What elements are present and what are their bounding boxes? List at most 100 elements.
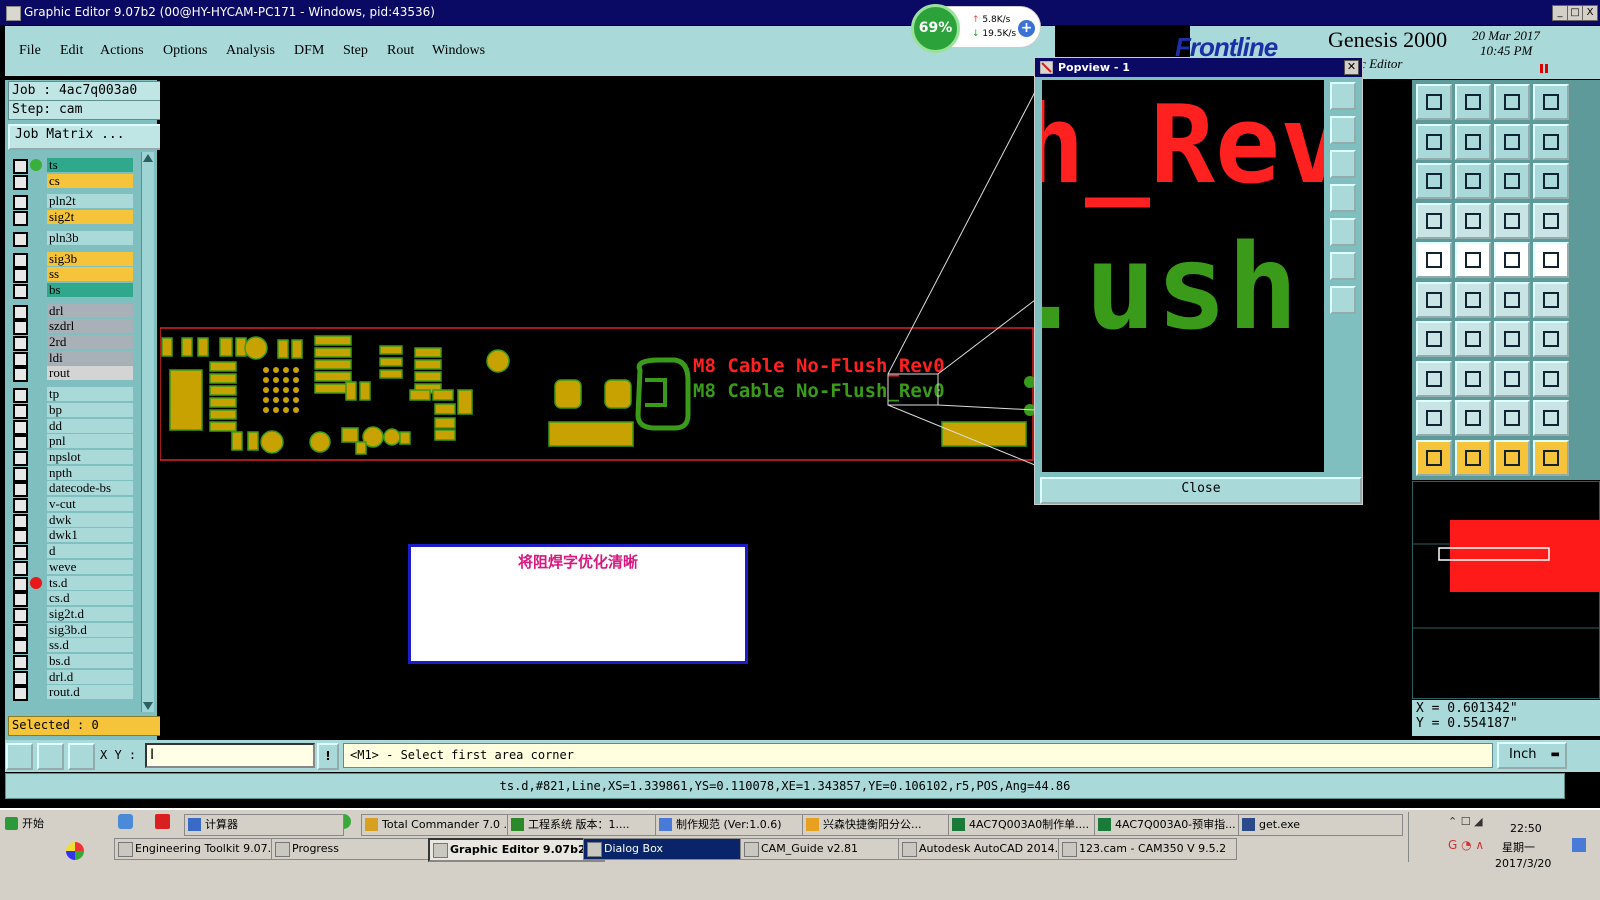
layer-row[interactable]: drl	[13, 303, 135, 320]
ruler-icon[interactable]	[1494, 242, 1530, 278]
taskbar-item[interactable]: 4AC7Q003A0制作单....	[948, 814, 1113, 836]
layer-row[interactable]: bs.d	[13, 654, 135, 670]
layer-checkbox[interactable]	[13, 466, 28, 482]
edge-icon[interactable]	[1416, 321, 1452, 357]
menu-options[interactable]: Options	[163, 43, 207, 59]
quicklaunch-icon[interactable]	[118, 814, 133, 829]
popview-zoom-out-icon[interactable]	[1330, 150, 1356, 178]
redo-icon[interactable]	[1455, 84, 1491, 120]
group-icon[interactable]	[1533, 360, 1569, 397]
menu-edit[interactable]: Edit	[60, 43, 83, 59]
taskbar-item[interactable]: 工程系统 版本：1....	[507, 814, 671, 836]
layer-name[interactable]: datecode-bs	[47, 481, 133, 496]
poly-a-icon[interactable]	[1416, 400, 1452, 436]
layer-row[interactable]: ts.d	[13, 575, 135, 592]
layer-checkbox[interactable]	[13, 576, 28, 592]
resize-icon[interactable]	[1416, 360, 1452, 397]
media-icon[interactable]	[66, 842, 84, 860]
prev-icon[interactable]	[1416, 123, 1452, 160]
layer-name[interactable]: ldi	[47, 350, 133, 365]
layer-row[interactable]: cs	[13, 173, 135, 190]
layer-row[interactable]: dwk1	[13, 528, 135, 545]
pause-icon[interactable]	[1540, 62, 1549, 73]
layer-name[interactable]: dwk	[47, 512, 133, 527]
layer-checkbox[interactable]	[13, 498, 28, 513]
layer-name[interactable]: sig2t	[47, 210, 133, 225]
layer-checkbox[interactable]	[13, 529, 28, 545]
layer-row[interactable]: ldi	[13, 350, 135, 367]
layer-row[interactable]: sig2t	[13, 210, 135, 227]
layer-row[interactable]: sig3b	[13, 251, 135, 268]
poly-b-icon[interactable]	[1455, 400, 1491, 436]
pan-icon[interactable]	[1416, 163, 1452, 199]
measure-icon[interactable]	[1416, 202, 1452, 239]
layer-name[interactable]: sig2t.d	[47, 606, 133, 621]
layer-name[interactable]: bs	[47, 282, 133, 297]
layer-checkbox[interactable]	[13, 419, 28, 435]
layer-name[interactable]: tp	[47, 387, 133, 402]
layer-checkbox[interactable]	[13, 686, 28, 702]
layer-row[interactable]: ss.d	[13, 638, 135, 655]
layer-name[interactable]: sig3b.d	[47, 622, 133, 637]
popview-zoom-home-icon[interactable]	[1330, 82, 1356, 110]
taskbar-item[interactable]: 计算器	[184, 814, 344, 836]
pdf-icon[interactable]	[155, 814, 170, 829]
taskbar-item[interactable]: 兴森快捷衡阳分公...	[802, 814, 967, 836]
layer-row[interactable]: dd	[13, 418, 135, 435]
layer-row[interactable]: rout.d	[13, 685, 135, 702]
layer-checkbox[interactable]	[13, 351, 28, 367]
zoom-box-icon[interactable]	[1494, 123, 1530, 160]
slash-icon[interactable]	[1455, 321, 1491, 357]
layer-row[interactable]: sig3b.d	[13, 622, 135, 639]
home-icon[interactable]	[1494, 84, 1530, 120]
layer-checkbox[interactable]	[13, 639, 28, 655]
scale-1-1-icon[interactable]	[1494, 163, 1530, 199]
layer-checkbox[interactable]	[13, 336, 28, 351]
menu-actions[interactable]: Actions	[100, 43, 144, 59]
layer-name[interactable]: cs	[47, 173, 133, 188]
layer-row[interactable]: dwk	[13, 512, 135, 529]
next-icon[interactable]	[1455, 123, 1491, 160]
popview-zoom-in-icon[interactable]	[1330, 116, 1356, 144]
menu-rout[interactable]: Rout	[387, 43, 414, 59]
layer-row[interactable]: rout	[13, 366, 135, 383]
layer-row[interactable]: datecode-bs	[13, 481, 135, 498]
help-icon[interactable]	[1533, 163, 1569, 199]
layer-row[interactable]: bs	[13, 282, 135, 299]
poly-c-icon[interactable]	[1494, 400, 1530, 436]
popview-pan-left-icon[interactable]	[1330, 184, 1356, 212]
grid-icon[interactable]	[1494, 360, 1530, 397]
layer-row[interactable]: tp	[13, 387, 135, 404]
menu-step[interactable]: Step	[343, 43, 368, 59]
layer-name[interactable]: rout	[47, 366, 133, 381]
layer-name[interactable]: weve	[47, 559, 133, 574]
layer-name[interactable]: drl.d	[47, 669, 133, 684]
layer-checkbox[interactable]	[13, 304, 28, 320]
poly-d-icon[interactable]	[1533, 400, 1569, 436]
layer-name[interactable]: ts.d	[47, 575, 133, 590]
layer-checkbox[interactable]	[13, 513, 28, 529]
menu-file[interactable]: File	[19, 43, 41, 59]
taskbar-item[interactable]: CAM_Guide v2.81	[740, 838, 917, 860]
layer-checkbox[interactable]	[13, 435, 28, 451]
tray-icons[interactable]: ⌃ ☐ ◢	[1448, 815, 1508, 829]
rotate-icon[interactable]	[1494, 321, 1530, 357]
layer-name[interactable]: npth	[47, 465, 133, 480]
popview-fit-icon[interactable]	[1330, 252, 1356, 280]
layer-row[interactable]: sig2t.d	[13, 606, 135, 623]
layer-checkbox[interactable]	[13, 450, 28, 466]
pointer-frame-icon[interactable]	[1455, 439, 1491, 476]
add-icon[interactable]: +	[1018, 20, 1035, 37]
layer-checkbox[interactable]	[13, 482, 28, 498]
layer-checkbox[interactable]	[13, 670, 28, 686]
popview-pan-right-icon[interactable]	[1330, 218, 1356, 246]
overview-map[interactable]	[1412, 481, 1600, 699]
layer-row[interactable]: d	[13, 544, 135, 561]
taskbar-item[interactable]: Progress	[271, 838, 448, 860]
clock-time[interactable]: 22:50	[1510, 822, 1542, 835]
pad-edit-icon[interactable]	[1533, 202, 1569, 239]
taskbar-item[interactable]: 123.cam - CAM350 V 9.5.2	[1058, 838, 1237, 860]
note-box[interactable]: 将阻焊字优化清晰	[408, 544, 748, 664]
layer-row[interactable]: cs.d	[13, 591, 135, 608]
pointer-select-icon[interactable]	[1494, 439, 1530, 476]
